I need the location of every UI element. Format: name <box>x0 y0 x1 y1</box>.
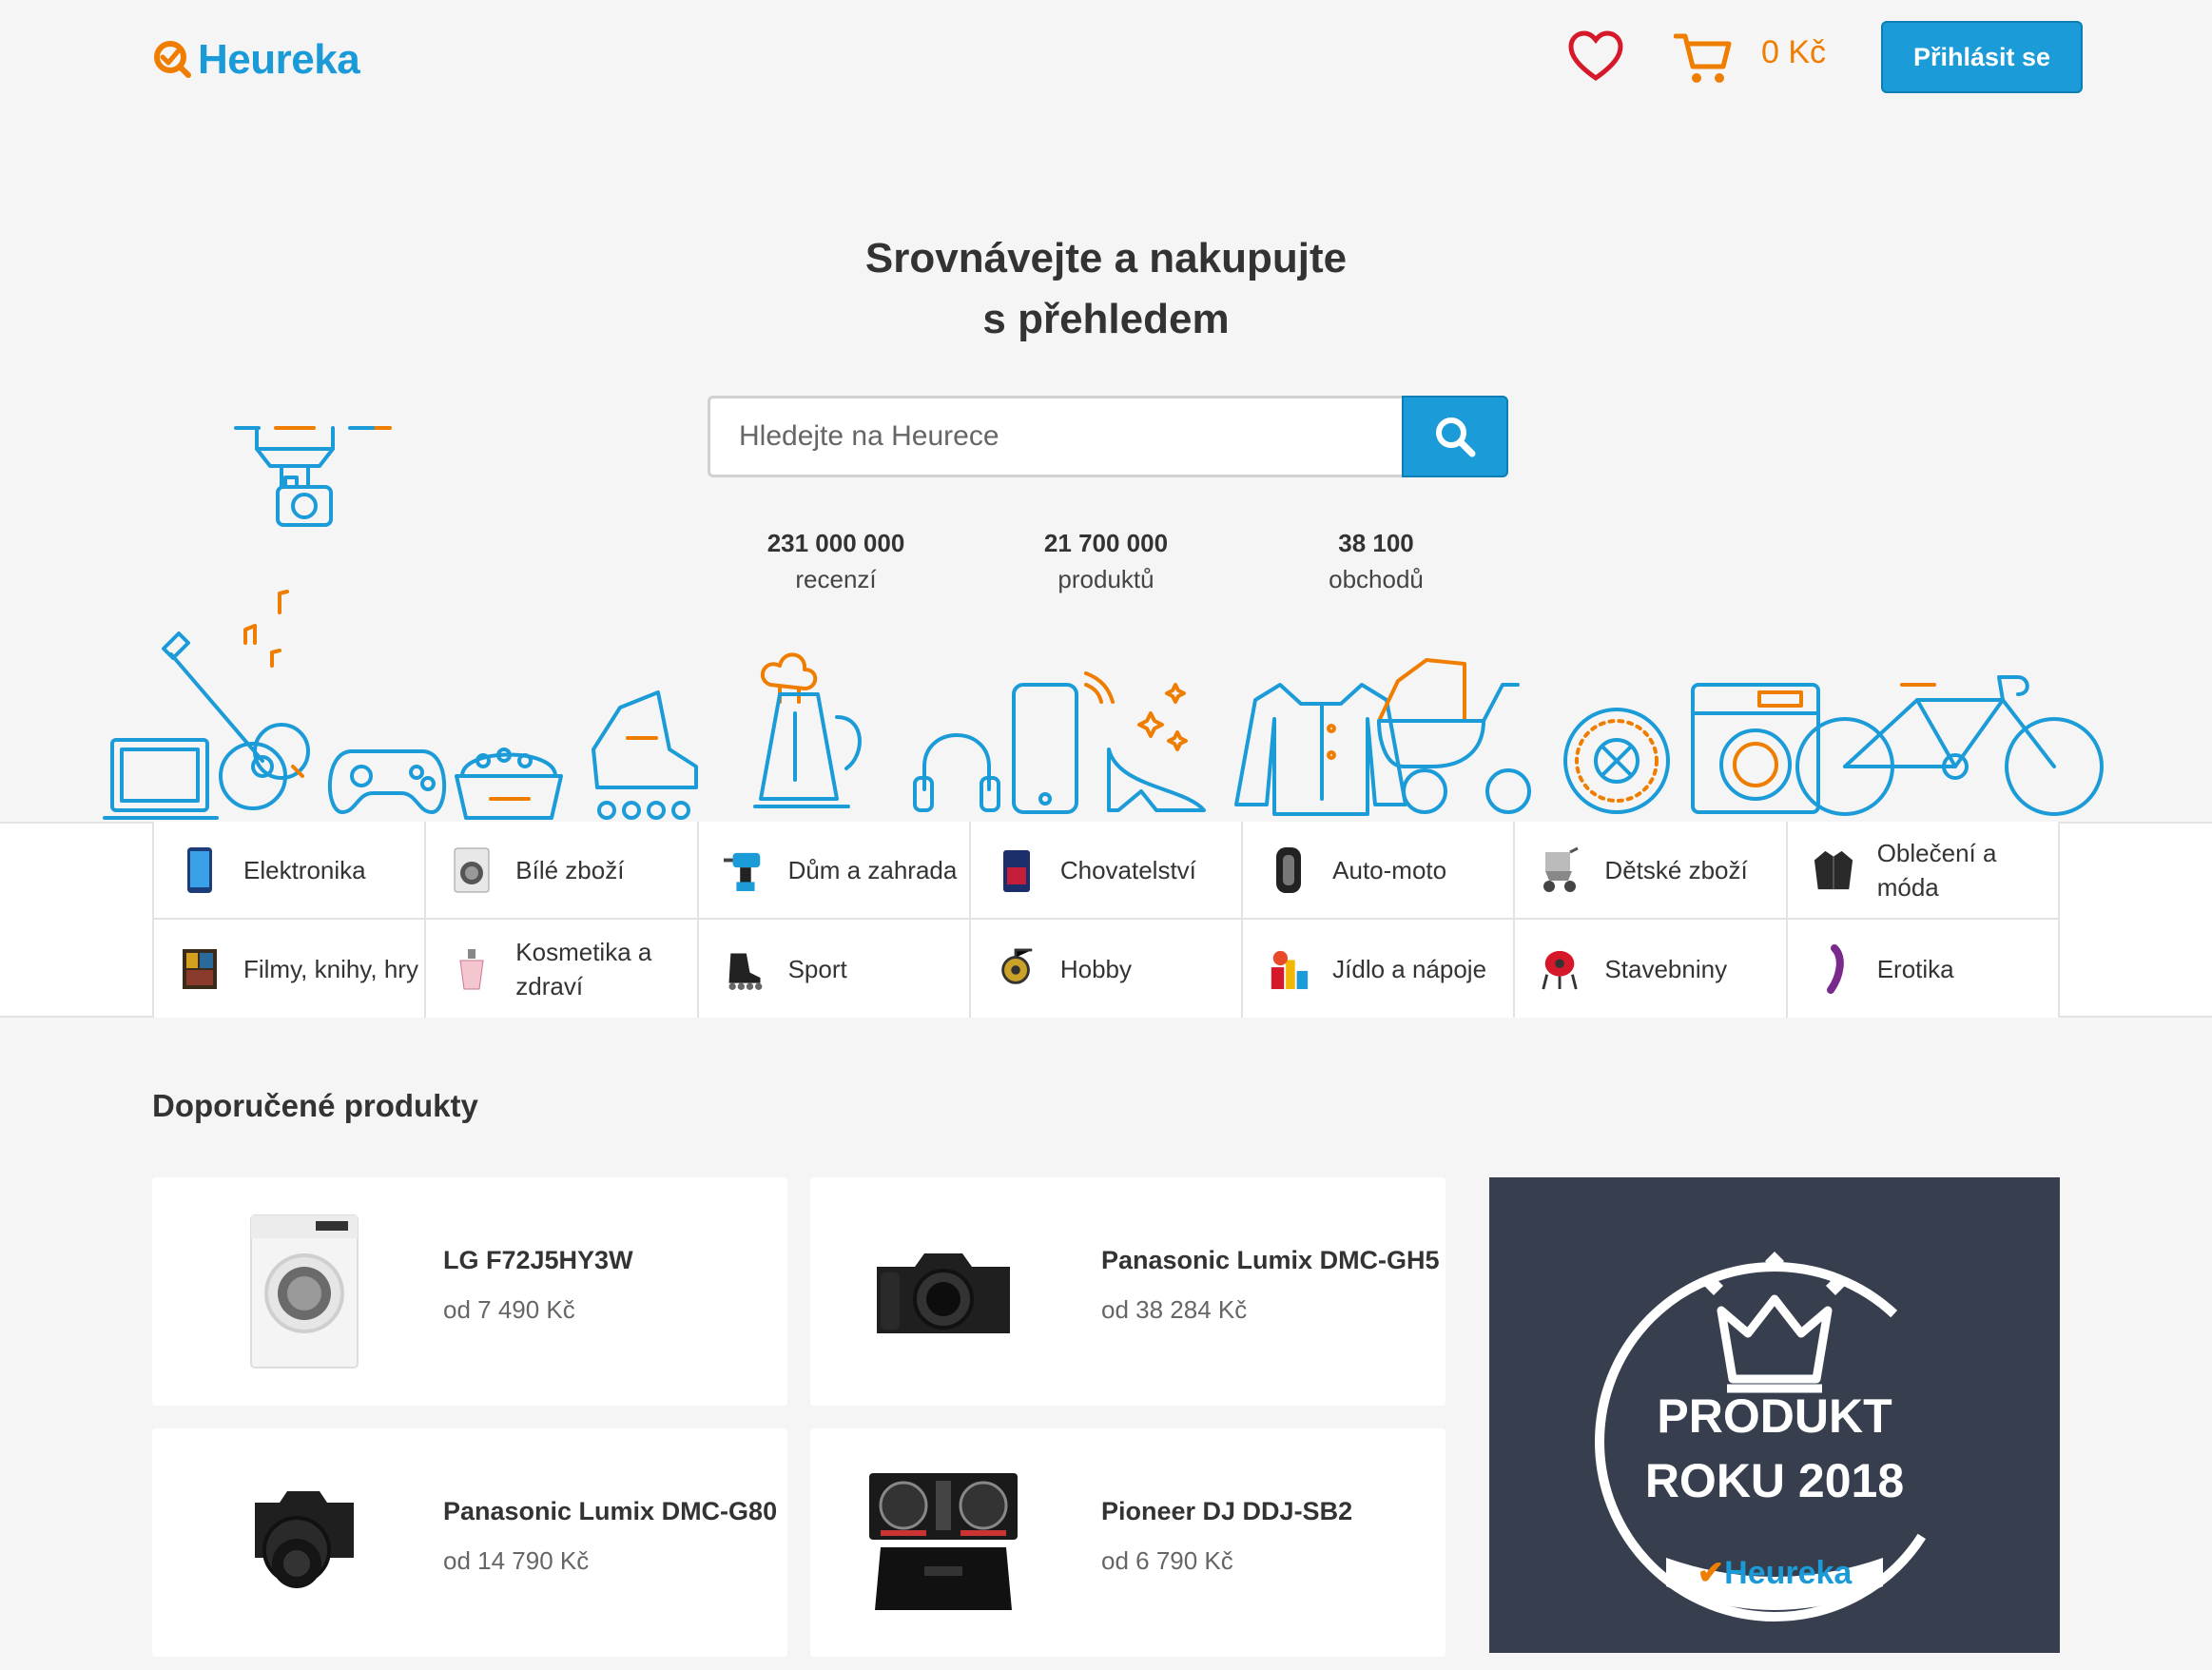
login-button[interactable]: Přihlásit se <box>1881 21 2083 93</box>
hero-illustration <box>103 426 2104 820</box>
smartphone-icon <box>179 845 221 895</box>
product-image <box>858 1457 1029 1628</box>
category-auto-moto[interactable]: Auto-moto <box>1243 822 1516 920</box>
category-label: Oblečení a móda <box>1876 838 1997 902</box>
cart-amount[interactable]: 0 Kč <box>1761 34 1826 71</box>
category-stavebniny[interactable]: Stavebniny <box>1515 920 1788 1018</box>
category-label: Auto-moto <box>1332 855 1447 884</box>
kettle-icon <box>753 652 862 808</box>
banner-line1: PRODUKT <box>1657 1389 1892 1443</box>
category-label: Filmy, knihy, hry <box>243 954 418 983</box>
product-card[interactable]: Panasonic Lumix DMC-GH5 od 38 284 Kč <box>810 1177 1446 1406</box>
category-kosmetika-a-zdravi[interactable]: Kosmetika a zdraví <box>426 920 699 1018</box>
category-label: Dětské zboží <box>1604 855 1748 884</box>
banner-logo-text: Heureka <box>1724 1555 1853 1591</box>
product-name: Panasonic Lumix DMC-G80 <box>443 1497 778 1525</box>
perfume-icon <box>451 944 493 994</box>
laptop-icon <box>103 738 219 820</box>
smartphone-icon <box>1012 671 1115 814</box>
washing-machine-icon <box>451 845 493 895</box>
product-card[interactable]: Panasonic Lumix DMC-G80 od 14 790 Kč <box>152 1428 787 1657</box>
pet-bowl-icon <box>455 748 563 820</box>
game-box-icon <box>179 944 221 994</box>
category-erotika[interactable]: Erotika <box>1787 920 2060 1018</box>
washing-machine-icon <box>250 1214 359 1369</box>
camera-icon <box>255 1491 354 1588</box>
category-bile-zbozi[interactable]: Bílé zboží <box>426 822 699 920</box>
inline-skate-icon <box>724 944 766 994</box>
product-price: od 14 790 Kč <box>443 1546 590 1575</box>
category-label: Bílé zboží <box>515 855 625 884</box>
banner-line2: ROKU 2018 <box>1644 1454 1905 1507</box>
product-price: od 38 284 Kč <box>1101 1295 1248 1324</box>
drone-icon <box>234 426 392 527</box>
category-label: Sport <box>787 954 847 983</box>
category-obleceni-a-moda[interactable]: Oblečení a móda <box>1787 822 2060 920</box>
drill-icon <box>723 845 766 895</box>
category-grid: Elektronika Bílé zboží Dům a zahrada Cho… <box>152 822 2060 1018</box>
cement-mixer-icon <box>1540 944 1581 994</box>
category-label: Jídlo a nápoje <box>1332 954 1487 983</box>
product-price: od 7 490 Kč <box>443 1295 575 1324</box>
category-detske-zbozi[interactable]: Dětské zboží <box>1515 822 1788 920</box>
category-chovatelstvi[interactable]: Chovatelství <box>970 822 1244 920</box>
food-icon <box>1268 944 1310 994</box>
cart-icon[interactable] <box>1674 30 1733 86</box>
product-name: Pioneer DJ DDJ-SB2 <box>1101 1497 1353 1525</box>
category-jidlo-a-napoje[interactable]: Jídlo a nápoje <box>1243 920 1516 1018</box>
product-name: LG F72J5HY3W <box>443 1246 633 1274</box>
pet-food-icon <box>996 845 1038 895</box>
category-elektronika[interactable]: Elektronika <box>154 822 427 920</box>
heureka-check-icon: ✔ <box>1697 1555 1725 1591</box>
bicycle-icon <box>1795 675 2104 816</box>
category-label: Erotika <box>1876 954 1954 983</box>
product-name: Panasonic Lumix DMC-GH5 <box>1101 1246 1440 1274</box>
stroller-icon <box>1540 845 1581 895</box>
roller-skate-icon <box>592 690 698 820</box>
heureka-check-icon <box>154 41 191 78</box>
hero-title: Srovnávejte a nakupujte s přehledem <box>0 228 2212 350</box>
camera-icon <box>877 1253 1010 1333</box>
category-label: Stavebniny <box>1604 954 1728 983</box>
tire-icon <box>1563 708 1670 814</box>
recommended-title: Doporučené produkty <box>152 1088 478 1123</box>
banner-logo: ✔Heureka <box>1489 1554 2060 1592</box>
category-label: Hobby <box>1059 954 1132 983</box>
shoe-icon <box>1107 683 1206 812</box>
fishing-reel-icon <box>996 944 1038 994</box>
tire-icon <box>1268 845 1310 895</box>
category-sport[interactable]: Sport <box>698 920 971 1018</box>
guitar-icon <box>162 590 310 810</box>
category-label: Dům a zahrada <box>787 855 958 884</box>
product-image <box>219 1206 390 1377</box>
category-label: Kosmetika a zdraví <box>515 937 652 1000</box>
product-price: od 6 790 Kč <box>1101 1546 1233 1575</box>
dj-controller-icon <box>869 1473 1018 1610</box>
category-dum-a-zahrada[interactable]: Dům a zahrada <box>698 822 971 920</box>
logo-text: Heureka <box>198 36 360 83</box>
category-filmy-knihy-hry[interactable]: Filmy, knihy, hry <box>154 920 427 1018</box>
hero-title-line1: Srovnávejte a nakupujte <box>864 235 1348 282</box>
gamepad-icon <box>327 749 447 814</box>
jacket-icon <box>1234 683 1407 816</box>
category-label: Elektronika <box>243 855 366 884</box>
category-hobby[interactable]: Hobby <box>970 920 1244 1018</box>
vibrator-icon <box>1813 943 1854 994</box>
heart-icon[interactable] <box>1567 29 1624 86</box>
product-image <box>858 1206 1029 1377</box>
product-of-year-banner[interactable]: PRODUKT ROKU 2018 ✔Heureka <box>1489 1177 2060 1653</box>
headphones-icon <box>913 733 1000 812</box>
heureka-logo[interactable]: Heureka <box>152 36 360 84</box>
jacket-icon <box>1813 845 1854 895</box>
category-label: Chovatelství <box>1059 855 1196 884</box>
product-card[interactable]: LG F72J5HY3W od 7 490 Kč <box>152 1177 787 1406</box>
hero-title-line2: s přehledem <box>982 296 1230 342</box>
product-image <box>219 1457 390 1628</box>
product-card[interactable]: Pioneer DJ DDJ-SB2 od 6 790 Kč <box>810 1428 1446 1657</box>
